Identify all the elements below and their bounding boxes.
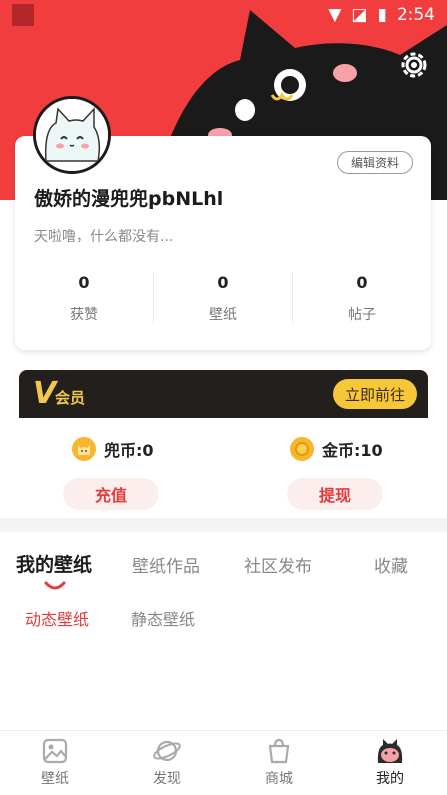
section-divider <box>0 518 447 532</box>
avatar[interactable] <box>33 96 111 174</box>
tab-my-wallpapers[interactable]: 我的壁纸 <box>16 550 92 577</box>
vip-banner[interactable]: V 会员 立即前往 <box>19 370 428 418</box>
stat-wallpapers[interactable]: 0 壁纸 <box>154 268 292 324</box>
battery-icon: ▮ <box>377 5 387 25</box>
stat-posts-label: 帖子 <box>348 307 376 323</box>
stat-posts-value: 0 <box>356 273 368 292</box>
stat-likes[interactable]: 0 获赞 <box>15 268 153 324</box>
tab-favorites[interactable]: 收藏 <box>374 552 408 577</box>
subtab-dynamic-wallpapers[interactable]: 动态壁纸 <box>25 606 89 630</box>
active-tab-indicator <box>44 581 66 590</box>
tab-community-posts[interactable]: 社区发布 <box>244 552 312 577</box>
planet-icon <box>153 740 181 762</box>
cat-avatar-icon <box>36 99 108 171</box>
vip-badge: V <box>33 376 57 411</box>
nav-wallpapers[interactable]: 壁纸 <box>25 736 85 788</box>
subtab-static-wallpapers[interactable]: 静态壁纸 <box>131 606 195 630</box>
shop-icon <box>268 738 290 764</box>
user-bio: 天啦噜，什么都没有... <box>34 229 174 245</box>
nav-mine[interactable]: 我的 <box>360 736 420 788</box>
nav-shop[interactable]: 商城 <box>249 736 309 788</box>
coin-balance-text: 金币:10 <box>322 441 383 460</box>
signal-icon: ◪ <box>351 5 368 25</box>
vip-label: 会员 <box>55 389 86 407</box>
doudou-balance-text: 兜币:0 <box>104 441 154 460</box>
coin-balance: 金币:10 <box>290 436 383 462</box>
tab-wallpaper-works[interactable]: 壁纸作品 <box>132 552 200 577</box>
stat-likes-label: 获赞 <box>70 307 98 323</box>
nav-wallpapers-label: 壁纸 <box>41 771 69 787</box>
nav-discover-label: 发现 <box>153 771 181 787</box>
withdraw-button[interactable]: 提现 <box>287 478 383 510</box>
stat-wallpapers-label: 壁纸 <box>209 307 237 323</box>
status-bar: ▼ ◪ ▮ 2:54 <box>328 3 435 27</box>
stat-wallpapers-value: 0 <box>217 273 229 292</box>
stat-likes-value: 0 <box>78 273 90 292</box>
gold-coin-icon <box>290 437 314 461</box>
doudou-coin-icon <box>72 437 96 461</box>
status-time: 2:54 <box>396 5 435 25</box>
recharge-button[interactable]: 充值 <box>63 478 159 510</box>
settings-gear-icon[interactable] <box>399 50 429 80</box>
doudou-balance: 兜币:0 <box>72 436 154 462</box>
nav-mine-label: 我的 <box>376 771 404 787</box>
username: 傲娇的漫兜兜pbNLhl <box>34 188 224 210</box>
vip-go-button[interactable]: 立即前往 <box>333 379 417 409</box>
wifi-icon: ▼ <box>328 5 342 25</box>
nav-shop-label: 商城 <box>265 771 293 787</box>
edit-profile-button[interactable]: 编辑资料 <box>337 151 413 174</box>
stat-posts[interactable]: 0 帖子 <box>293 268 431 324</box>
cat-avatar-icon <box>377 739 403 763</box>
nav-discover[interactable]: 发现 <box>137 736 197 788</box>
status-notification-icon <box>12 4 34 26</box>
image-icon <box>42 738 68 764</box>
